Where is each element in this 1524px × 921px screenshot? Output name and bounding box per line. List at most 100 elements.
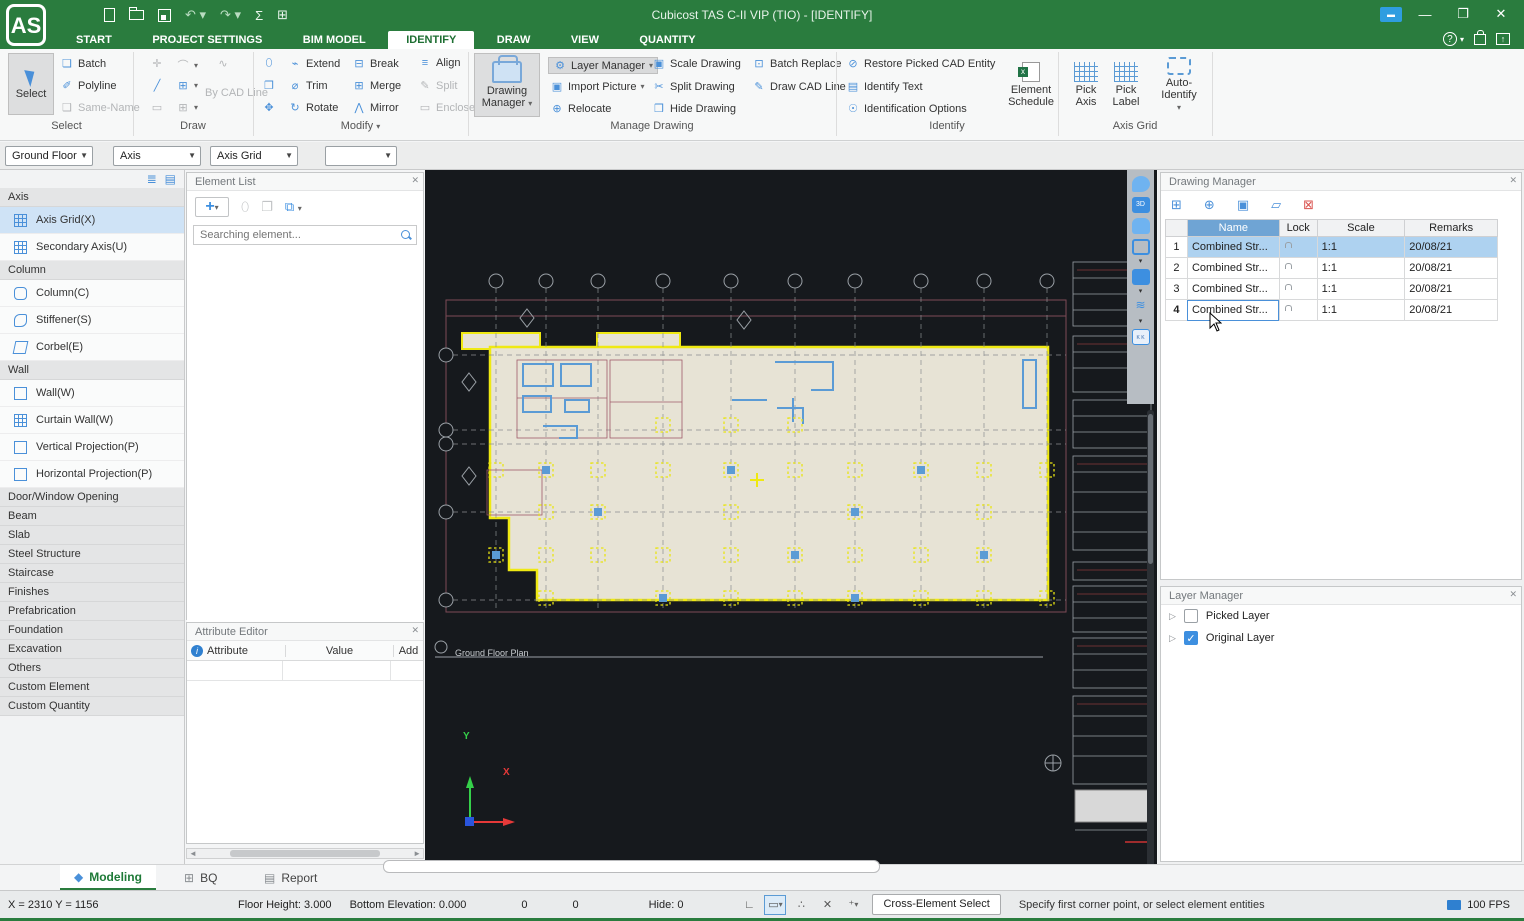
draw-cad-line-button[interactable]: ✎Draw CAD Line xyxy=(752,80,846,93)
break-button[interactable]: ⊟Break xyxy=(352,57,399,70)
mirror-button[interactable]: ⋀Mirror xyxy=(352,101,399,114)
original-layer-row[interactable]: ▷ ✓ Original Layer xyxy=(1161,627,1521,649)
drawing-row[interactable]: 3 Combined Str... 1:1 20/08/21 xyxy=(1166,279,1498,300)
tab-modeling[interactable]: ◆ Modeling xyxy=(60,865,156,890)
add-empty-cell[interactable] xyxy=(391,661,423,680)
canvas-vertical-scrollbar[interactable] xyxy=(1147,410,1154,864)
move-icon[interactable]: ✥ xyxy=(262,101,276,114)
pan-hand-icon[interactable] xyxy=(1132,218,1150,234)
element-list-body[interactable] xyxy=(187,247,423,629)
copy-icon[interactable]: ❐ xyxy=(262,79,276,92)
sidebar-item-secondary-axis[interactable]: Secondary Axis(U) xyxy=(0,234,184,261)
sidebar-category-beam[interactable]: Beam xyxy=(0,507,184,526)
share-icon[interactable]: ↑ xyxy=(1496,33,1510,45)
wireframe-view-icon[interactable] xyxy=(1132,239,1150,255)
identify-text-button[interactable]: ▤Identify Text xyxy=(846,80,923,93)
trim-button[interactable]: ⌀Trim xyxy=(288,79,328,92)
sidebar-category-door-window[interactable]: Door/Window Opening xyxy=(0,488,184,507)
sidebar-item-curtain-wall[interactable]: Curtain Wall(W) xyxy=(0,407,184,434)
element-type-select[interactable]: Axis Grid▼ xyxy=(210,146,298,166)
relocate-drawing-icon[interactable]: ⊕ xyxy=(1204,197,1215,213)
merge-button[interactable]: ⊞Merge xyxy=(352,79,401,92)
close-icon[interactable]: ✕ xyxy=(1509,589,1517,600)
drawing-row[interactable]: 1 Combined Str... 1:1 20/08/21 xyxy=(1166,237,1498,258)
solid-view-icon[interactable] xyxy=(1132,269,1150,285)
sidebar-category-staircase[interactable]: Staircase xyxy=(0,564,184,583)
pick-label-button[interactable]: Pick Label xyxy=(1106,53,1146,117)
sidebar-category-custom-quantity[interactable]: Custom Quantity xyxy=(0,697,184,716)
close-icon[interactable]: ✕ xyxy=(1509,175,1517,186)
sidebar-item-vertical-projection[interactable]: Vertical Projection(P) xyxy=(0,434,184,461)
panel-horizontal-scrollbar[interactable]: ◄ ► xyxy=(186,848,424,859)
layers-stack-icon[interactable]: ≋ xyxy=(1132,299,1150,315)
hatch-grid-icon[interactable]: ⊞ xyxy=(176,79,190,92)
tree-list-view-icon[interactable]: ≣ xyxy=(147,172,157,186)
ortho-mode-icon[interactable]: ∟ xyxy=(738,895,760,915)
chevron-down-icon[interactable]: ▾ xyxy=(1139,290,1143,294)
scale-cell[interactable]: 1:1 xyxy=(1317,279,1405,300)
line-icon[interactable]: ╱ xyxy=(150,79,164,92)
drawing-manager-button[interactable]: Drawing Manager ▾ xyxy=(474,53,540,117)
tab-bim-model[interactable]: BIM MODEL xyxy=(285,31,384,50)
name-column-header[interactable]: Name xyxy=(1187,220,1279,237)
drawing-name-cell[interactable]: Combined Str... xyxy=(1187,237,1279,258)
polyline-button[interactable]: ✐Polyline xyxy=(60,79,117,92)
lock-cell[interactable] xyxy=(1279,279,1317,300)
cross-mode-icon[interactable]: ✕ xyxy=(816,895,838,915)
tab-identify[interactable]: IDENTIFY xyxy=(388,31,474,50)
remarks-cell[interactable]: 20/08/21 xyxy=(1405,237,1498,258)
sidebar-category-excavation[interactable]: Excavation xyxy=(0,640,184,659)
schedule-table-icon[interactable]: K K xyxy=(1132,329,1150,345)
identification-options-button[interactable]: ☉Identification Options xyxy=(846,102,967,115)
remarks-column-header[interactable]: Remarks xyxy=(1405,220,1498,237)
point-icon[interactable]: ✛ xyxy=(150,57,164,70)
extend-button[interactable]: ⌁Extend xyxy=(288,57,340,70)
restore-button[interactable]: ❐ xyxy=(1448,6,1478,22)
remarks-cell[interactable]: 20/08/21 xyxy=(1405,258,1498,279)
tab-project-settings[interactable]: PROJECT SETTINGS xyxy=(134,31,280,50)
sidebar-category-finishes[interactable]: Finishes xyxy=(0,583,184,602)
scrollbar-thumb[interactable] xyxy=(230,850,380,857)
rotate-button[interactable]: ↻Rotate xyxy=(288,101,338,114)
element-group-select[interactable]: Axis▼ xyxy=(113,146,201,166)
sidebar-category-others[interactable]: Others xyxy=(0,659,184,678)
arc-icon[interactable]: ⌒ xyxy=(176,57,190,73)
original-layer-checkbox[interactable]: ✓ xyxy=(1184,631,1198,645)
lock-cell[interactable] xyxy=(1279,258,1317,279)
enclose-button[interactable]: ▭Enclose xyxy=(418,101,475,114)
tab-start[interactable]: START xyxy=(58,31,130,50)
snap-mode-icon[interactable]: ∴ xyxy=(790,895,812,915)
add-element-button[interactable]: + ▾ xyxy=(195,197,229,217)
auto-identify-button[interactable]: Auto-Identify▾ xyxy=(1148,53,1210,117)
minimize-button[interactable]: — xyxy=(1410,7,1440,22)
delete-icon[interactable]: ⬯ xyxy=(262,57,276,70)
import-picture-button[interactable]: ▣Import Picture▾ xyxy=(550,80,644,93)
scroll-left-icon[interactable]: ◄ xyxy=(189,849,197,858)
drawing-name-edit-cell[interactable]: Combined Str... xyxy=(1187,300,1279,321)
element-schedule-button[interactable]: Element Schedule xyxy=(1002,53,1060,117)
scale-drawing-icon[interactable]: ▣ xyxy=(1237,197,1249,213)
extra-select[interactable]: ▼ xyxy=(325,146,397,166)
picked-layer-row[interactable]: ▷ Picked Layer xyxy=(1161,605,1521,627)
sidebar-category-column[interactable]: Column xyxy=(0,261,184,280)
same-name-button[interactable]: ❑Same-Name xyxy=(60,101,140,114)
layers-icon[interactable]: ⧉ ▾ xyxy=(285,199,302,215)
by-cad-line-button[interactable]: By CAD Line xyxy=(205,87,251,99)
sidebar-category-wall[interactable]: Wall xyxy=(0,361,184,380)
sidebar-category-custom-element[interactable]: Custom Element xyxy=(0,678,184,697)
tab-quantity[interactable]: QUANTITY xyxy=(621,31,713,50)
drawing-name-cell[interactable]: Combined Str... xyxy=(1187,258,1279,279)
tab-bq[interactable]: ⊞ BQ xyxy=(170,865,231,890)
sidebar-item-axis-grid[interactable]: Axis Grid(X) xyxy=(0,207,184,234)
sidebar-item-corbel[interactable]: Corbel(E) xyxy=(0,334,184,361)
tab-view[interactable]: VIEW xyxy=(553,31,617,50)
rect-select-icon[interactable]: ▭▾ xyxy=(764,895,786,915)
tab-report[interactable]: ▤ Report xyxy=(250,865,331,890)
expand-icon[interactable]: ▷ xyxy=(1169,611,1176,622)
sidebar-item-wall[interactable]: Wall(W) xyxy=(0,380,184,407)
sidebar-item-horizontal-projection[interactable]: Horizontal Projection(P) xyxy=(0,461,184,488)
pick-axis-button[interactable]: Pick Axis xyxy=(1066,53,1106,117)
hatch-grid2-icon[interactable]: ⊞ xyxy=(176,101,190,114)
sidebar-category-axis[interactable]: Axis xyxy=(0,188,184,207)
split-button[interactable]: ✎Split xyxy=(418,79,457,92)
